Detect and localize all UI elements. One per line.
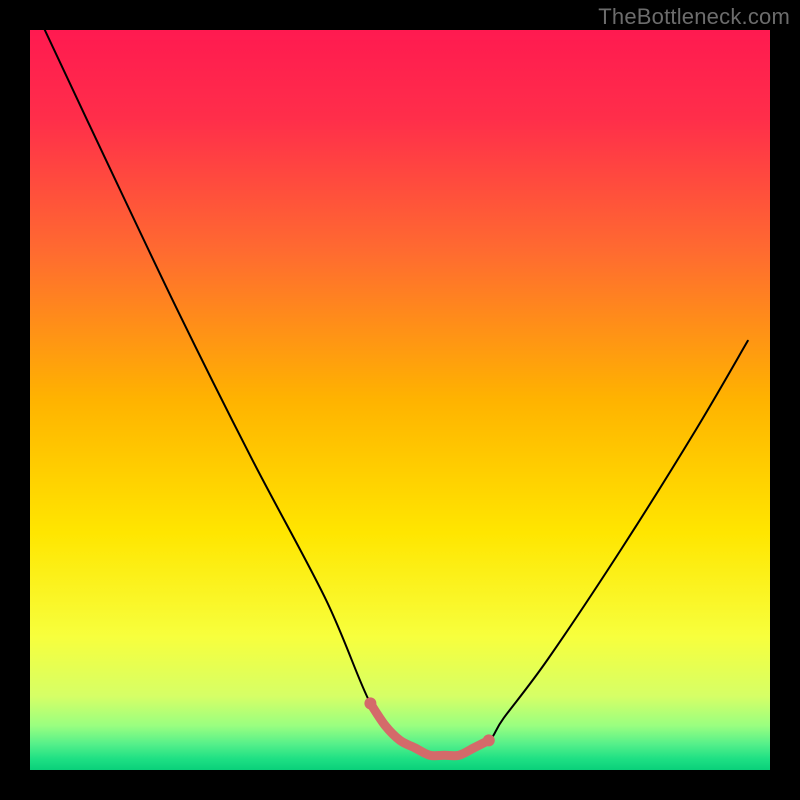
- highlight-dot: [483, 734, 495, 746]
- plot-background: [30, 30, 770, 770]
- highlight-dot: [364, 697, 376, 709]
- bottleneck-chart: [0, 0, 800, 800]
- chart-container: TheBottleneck.com: [0, 0, 800, 800]
- watermark-label: TheBottleneck.com: [598, 4, 790, 30]
